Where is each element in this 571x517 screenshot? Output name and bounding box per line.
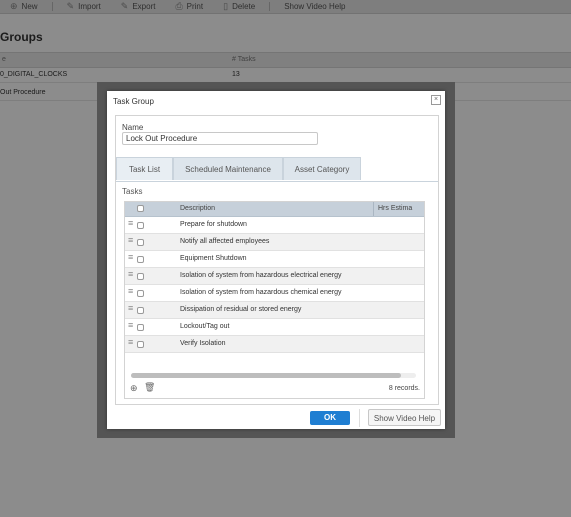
- tab-scheduled-maintenance[interactable]: Scheduled Maintenance: [173, 157, 283, 180]
- task-description: Lockout/Tag out: [180, 323, 230, 330]
- drag-handle-icon[interactable]: ≡: [128, 219, 133, 228]
- tasks-grid: Description Hrs Estima ≡ Prepare for shu…: [124, 201, 425, 399]
- row-checkbox[interactable]: [137, 256, 144, 263]
- task-description: Isolation of system from hazardous elect…: [180, 272, 342, 279]
- task-row[interactable]: ≡ Isolation of system from hazardous ele…: [125, 268, 424, 285]
- row-checkbox[interactable]: [137, 341, 144, 348]
- tab-task-list[interactable]: Task List: [116, 157, 173, 180]
- show-video-help-button[interactable]: Show Video Help: [368, 409, 441, 426]
- task-row[interactable]: ≡ Verify Isolation: [125, 336, 424, 353]
- row-checkbox[interactable]: [137, 222, 144, 229]
- close-icon[interactable]: ×: [431, 95, 441, 105]
- task-description: Equipment Shutdown: [180, 255, 247, 262]
- tab-bar: Task List Scheduled Maintenance Asset Ca…: [116, 157, 438, 182]
- task-description: Isolation of system from hazardous chemi…: [180, 289, 342, 296]
- button-divider: [359, 409, 360, 427]
- task-row[interactable]: ≡ Dissipation of residual or stored ener…: [125, 302, 424, 319]
- drag-handle-icon[interactable]: ≡: [128, 321, 133, 330]
- drag-handle-icon[interactable]: ≡: [128, 338, 133, 347]
- drag-handle-icon[interactable]: ≡: [128, 287, 133, 296]
- scrollbar-thumb[interactable]: [131, 373, 401, 378]
- column-header-description[interactable]: Description: [180, 205, 215, 212]
- drag-handle-icon[interactable]: ≡: [128, 304, 133, 313]
- task-description: Dissipation of residual or stored energy: [180, 306, 302, 313]
- task-row[interactable]: ≡ Isolation of system from hazardous che…: [125, 285, 424, 302]
- drag-handle-icon[interactable]: ≡: [128, 253, 133, 262]
- ok-button[interactable]: OK: [310, 411, 350, 425]
- row-checkbox[interactable]: [137, 273, 144, 280]
- add-icon[interactable]: ⊕: [130, 383, 138, 394]
- drag-handle-icon[interactable]: ≡: [128, 236, 133, 245]
- task-description: Notify all affected employees: [180, 238, 270, 245]
- column-divider[interactable]: [373, 202, 374, 216]
- record-count: 8 records.: [388, 385, 420, 392]
- trash-icon[interactable]: 🗑: [144, 382, 155, 393]
- horizontal-scrollbar[interactable]: [131, 373, 416, 378]
- drag-handle-icon[interactable]: ≡: [128, 270, 133, 279]
- row-checkbox[interactable]: [137, 239, 144, 246]
- tasks-label: Tasks: [122, 187, 143, 196]
- task-group-dialog: Task Group × Name Task List Scheduled Ma…: [107, 91, 445, 429]
- row-checkbox[interactable]: [137, 324, 144, 331]
- grid-header: Description Hrs Estima: [125, 202, 424, 217]
- dialog-panel: Name Task List Scheduled Maintenance Ass…: [115, 115, 439, 405]
- task-row[interactable]: ≡ Equipment Shutdown: [125, 251, 424, 268]
- dialog-title: Task Group: [113, 97, 154, 106]
- task-row[interactable]: ≡ Lockout/Tag out: [125, 319, 424, 336]
- row-checkbox[interactable]: [137, 307, 144, 314]
- row-checkbox[interactable]: [137, 290, 144, 297]
- task-description: Verify Isolation: [180, 340, 226, 347]
- select-all-checkbox[interactable]: [137, 205, 144, 212]
- tab-asset-category[interactable]: Asset Category: [283, 157, 361, 180]
- task-row[interactable]: ≡ Notify all affected employees: [125, 234, 424, 251]
- name-input[interactable]: [122, 132, 318, 145]
- column-header-hrs-estimate[interactable]: Hrs Estima: [378, 205, 412, 212]
- task-description: Prepare for shutdown: [180, 221, 247, 228]
- name-label: Name: [122, 123, 144, 132]
- task-row[interactable]: ≡ Prepare for shutdown: [125, 217, 424, 234]
